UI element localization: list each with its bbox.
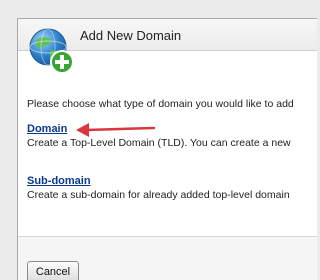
dialog-content: Please choose what type of domain you wo… [27,97,317,202]
domain-option-link[interactable]: Domain [27,122,67,136]
subdomain-option-description: Create a sub-domain for already added to… [27,189,290,201]
intro-text: Please choose what type of domain you wo… [27,98,294,110]
subdomain-option-link[interactable]: Sub-domain [27,174,91,188]
dialog-title: Add New Domain [80,28,182,43]
dialog-footer: Cancel [18,236,317,280]
add-domain-dialog: Add New Domain Please choose what type o… [17,18,317,280]
red-arrow-annotation [76,123,156,137]
domain-option-description: Create a Top-Level Domain (TLD). You can… [27,137,291,149]
globe-add-icon [29,28,74,74]
cancel-button[interactable]: Cancel [27,261,79,280]
